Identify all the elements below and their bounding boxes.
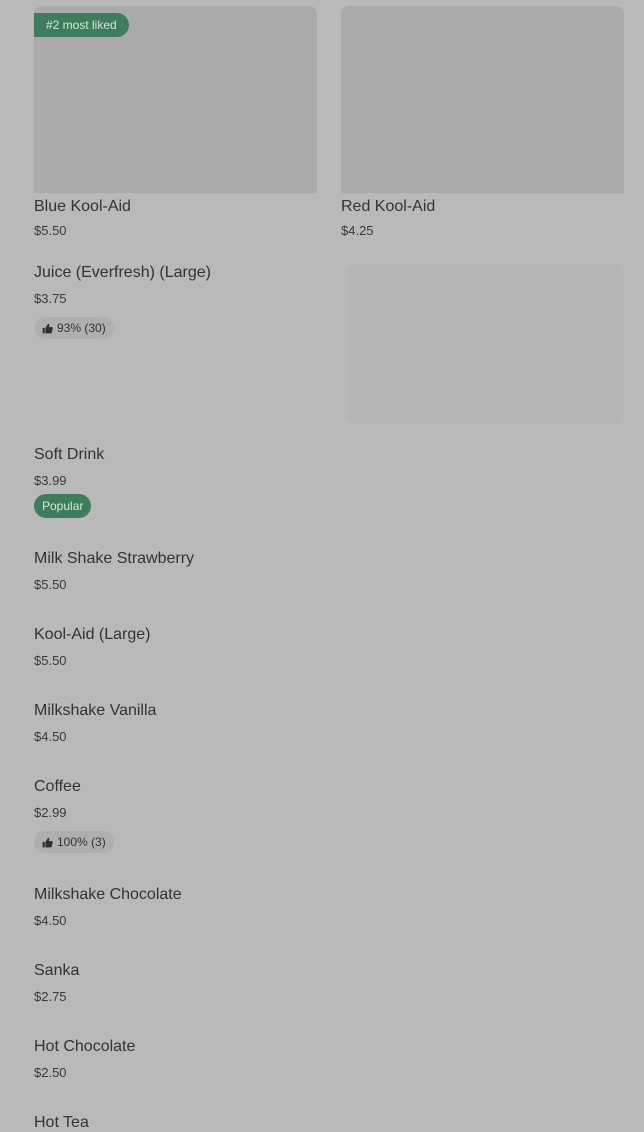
item-price: $4.50 (34, 729, 67, 744)
item-name: Milkshake Vanilla (34, 702, 157, 719)
rating-text: 93% (30) (57, 321, 106, 335)
menu-item-milk-shake-strawberry[interactable]: Milk Shake Strawberry $5.50 (34, 548, 624, 604)
item-price: $5.50 (34, 653, 67, 668)
item-price: $2.50 (34, 1065, 67, 1080)
item-name: Soft Drink (34, 446, 105, 463)
item-price: $3.75 (34, 291, 67, 306)
item-name: Sanka (34, 962, 80, 979)
menu-item-soft-drink[interactable]: Soft Drink $3.99 Popular (34, 444, 624, 524)
item-name: Juice (Everfresh) (Large) (34, 264, 211, 281)
item-price: $5.50 (34, 577, 67, 592)
item-name: Red Kool-Aid (341, 198, 436, 215)
menu-item-kool-aid-large[interactable]: Kool-Aid (Large) $5.50 (34, 624, 624, 680)
item-name: Kool-Aid (Large) (34, 626, 151, 643)
item-name: Milk Shake Strawberry (34, 550, 195, 567)
rating-text: 100% (3) (57, 835, 106, 849)
rating-badge: 100% (3) (34, 831, 114, 853)
product-image (341, 6, 624, 193)
popular-badge: Popular (34, 494, 92, 518)
item-price: $2.99 (34, 805, 67, 820)
featured-card-blue-kool-aid[interactable]: #2 most liked Blue Kool-Aid $5.50 (34, 6, 317, 246)
item-name: Hot Tea (34, 1114, 89, 1131)
item-price: $3.99 (34, 473, 67, 488)
most-liked-badge: #2 most liked (34, 13, 129, 37)
thumbs-up-icon (42, 323, 53, 333)
item-price: $5.50 (34, 223, 67, 238)
menu-item-milkshake-vanilla[interactable]: Milkshake Vanilla $4.50 (34, 700, 624, 756)
menu-item-hot-tea[interactable]: Hot Tea (34, 1112, 624, 1132)
item-name: Hot Chocolate (34, 1038, 136, 1055)
product-image (348, 264, 624, 424)
menu-item-sanka[interactable]: Sanka $2.75 (34, 960, 624, 1016)
item-price: $4.50 (34, 913, 67, 928)
item-name: Coffee (34, 778, 81, 795)
featured-card-red-kool-aid[interactable]: Red Kool-Aid $4.25 (341, 6, 624, 246)
item-name: Milkshake Chocolate (34, 886, 182, 903)
thumbs-up-icon (42, 837, 53, 847)
item-price: $4.25 (341, 223, 374, 238)
rating-badge: 93% (30) (34, 317, 114, 339)
menu-item-juice-everfresh[interactable]: Juice (Everfresh) (Large) $3.75 93% (30) (34, 262, 624, 424)
menu-item-coffee[interactable]: Coffee $2.99 100% (3) (34, 776, 624, 856)
item-price: $2.75 (34, 989, 67, 1004)
item-name: Blue Kool-Aid (34, 198, 131, 215)
menu-item-hot-chocolate[interactable]: Hot Chocolate $2.50 (34, 1036, 624, 1092)
menu-item-milkshake-chocolate[interactable]: Milkshake Chocolate $4.50 (34, 884, 624, 940)
